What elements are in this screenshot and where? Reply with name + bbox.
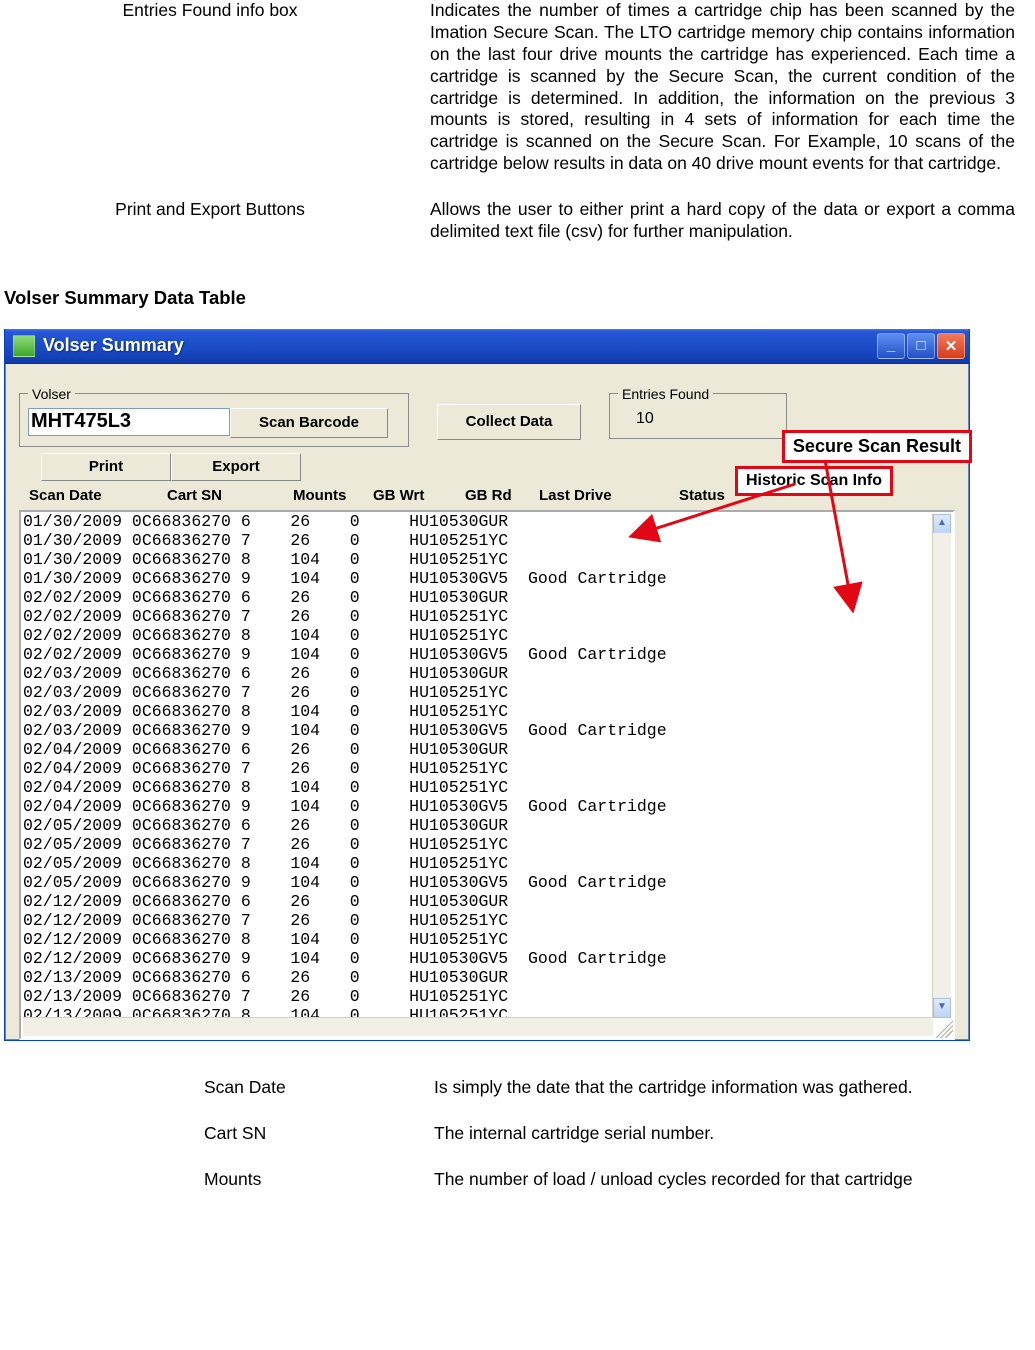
entries-found-legend: Entries Found: [618, 386, 713, 402]
scroll-track[interactable]: [933, 533, 951, 999]
header-cart-sn: Cart SN: [167, 487, 293, 504]
volser-legend: Volser: [28, 386, 75, 402]
maximize-button[interactable]: □: [907, 333, 935, 359]
annotation-secure-scan-result: Secure Scan Result: [782, 430, 972, 463]
volser-summary-window: Volser Summary _ □ ✕ Volser Scan Barcode…: [4, 329, 970, 1041]
desc-text: The number of load / unload cycles recor…: [424, 1169, 1015, 1191]
desc-cart-sn: Cart SN The internal cartridge serial nu…: [0, 1123, 1015, 1145]
desc-entries-found: Entries Found info box Indicates the num…: [0, 0, 1015, 175]
desc-term: Scan Date: [0, 1077, 424, 1099]
desc-text: The internal cartridge serial number.: [424, 1123, 1015, 1145]
close-button[interactable]: ✕: [937, 333, 965, 359]
export-button[interactable]: Export: [171, 453, 301, 481]
header-scan-date: Scan Date: [29, 487, 167, 504]
horizontal-scrollbar[interactable]: [23, 1017, 933, 1036]
section-heading: Volser Summary Data Table: [4, 287, 1015, 309]
header-gb-wrt: GB Wrt: [373, 487, 465, 504]
titlebar[interactable]: Volser Summary _ □ ✕: [5, 329, 969, 364]
entries-found-group: Entries Found 10: [609, 386, 787, 439]
desc-term: Mounts: [0, 1169, 424, 1191]
data-listbox[interactable]: 01/30/2009 0C66836270 6 26 0 HU10530GUR …: [19, 510, 955, 1040]
desc-term: Print and Export Buttons: [0, 199, 430, 243]
volser-input[interactable]: [28, 408, 230, 436]
vertical-scrollbar[interactable]: ▲ ▼: [932, 514, 951, 1018]
header-gb-rd: GB Rd: [465, 487, 539, 504]
desc-text: Allows the user to either print a hard c…: [430, 199, 1015, 243]
resize-grip-icon[interactable]: [935, 1020, 953, 1038]
minimize-button[interactable]: _: [877, 333, 905, 359]
desc-scan-date: Scan Date Is simply the date that the ca…: [0, 1077, 1015, 1099]
volser-group: Volser Scan Barcode: [19, 386, 409, 447]
window-title: Volser Summary: [43, 335, 877, 356]
desc-text: Is simply the date that the cartridge in…: [424, 1077, 1015, 1099]
entries-found-value: 10: [618, 408, 778, 430]
desc-term: Cart SN: [0, 1123, 424, 1145]
desc-text: Indicates the number of times a cartridg…: [430, 0, 1015, 175]
scroll-down-icon[interactable]: ▼: [933, 998, 951, 1018]
header-mounts: Mounts: [293, 487, 373, 504]
desc-term: Entries Found info box: [0, 0, 430, 175]
scroll-up-icon[interactable]: ▲: [933, 514, 951, 534]
desc-print-export: Print and Export Buttons Allows the user…: [0, 199, 1015, 243]
header-last-drive: Last Drive: [539, 487, 679, 504]
desc-mounts: Mounts The number of load / unload cycle…: [0, 1169, 1015, 1191]
annotation-historic-scan-info: Historic Scan Info: [735, 466, 893, 496]
collect-data-button[interactable]: Collect Data: [437, 404, 581, 440]
header-status: Status: [679, 487, 725, 504]
print-button[interactable]: Print: [41, 453, 171, 481]
scan-barcode-button[interactable]: Scan Barcode: [230, 408, 388, 438]
app-icon: [13, 335, 35, 357]
